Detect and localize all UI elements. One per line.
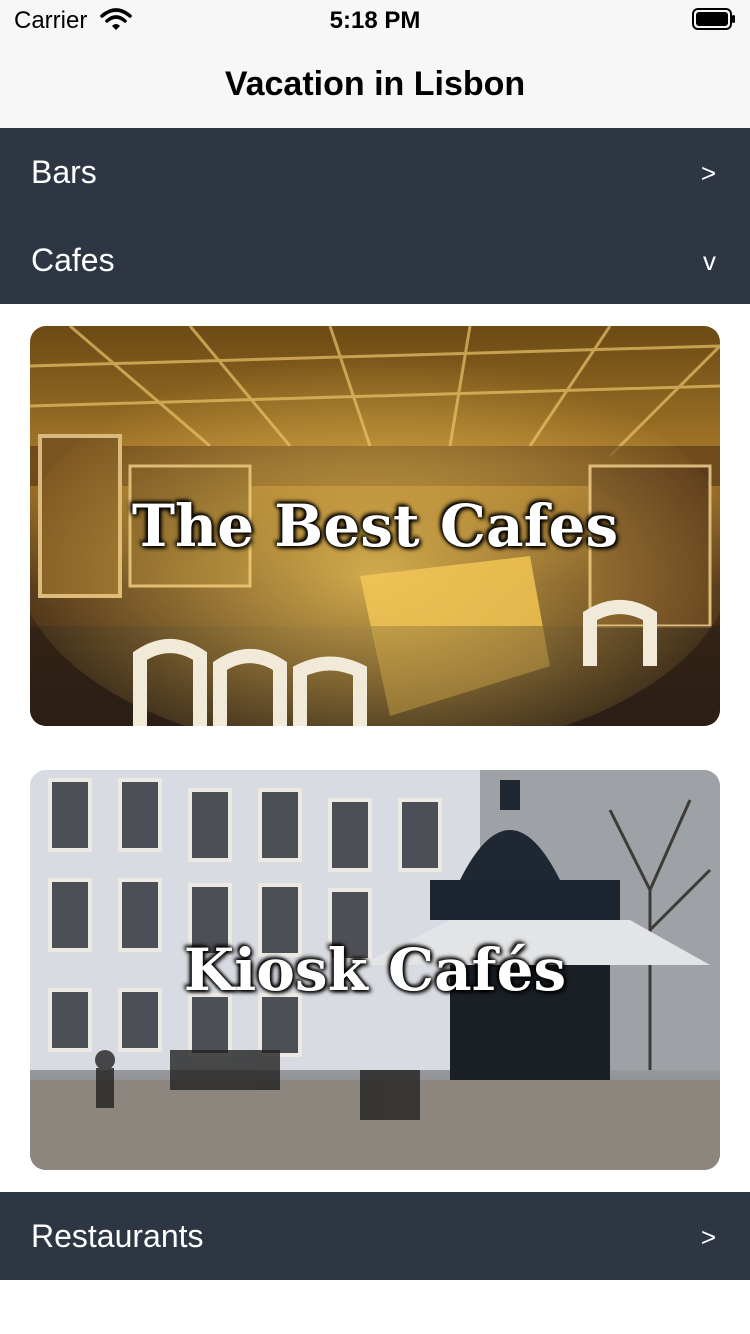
- status-time: 5:18 PM: [329, 7, 421, 34]
- battery-full-icon: [692, 8, 736, 30]
- card-best-cafes[interactable]: The Best Cafes: [30, 326, 720, 726]
- section-row-restaurants[interactable]: Restaurants >: [0, 1192, 750, 1280]
- page-title: Vacation in Lisbon: [224, 65, 526, 103]
- section-label: Cafes: [31, 242, 115, 278]
- section-row-cafes[interactable]: Cafes v: [0, 216, 750, 304]
- section-label: Bars: [31, 154, 97, 190]
- chevron-right-icon: >: [700, 1222, 716, 1252]
- card-kiosk-cafes[interactable]: Kiosk Cafés: [30, 770, 720, 1170]
- navigation-bar: Vacation in Lisbon: [0, 40, 750, 129]
- section-row-bars[interactable]: Bars >: [0, 128, 750, 216]
- chevron-down-icon: v: [703, 246, 716, 276]
- status-bar: Carrier 5:18 PM: [0, 0, 750, 40]
- card-title: Kiosk Cafés: [183, 936, 567, 1004]
- section-label: Restaurants: [31, 1218, 204, 1254]
- card-title: The Best Cafes: [131, 492, 619, 560]
- chevron-right-icon: >: [700, 158, 716, 188]
